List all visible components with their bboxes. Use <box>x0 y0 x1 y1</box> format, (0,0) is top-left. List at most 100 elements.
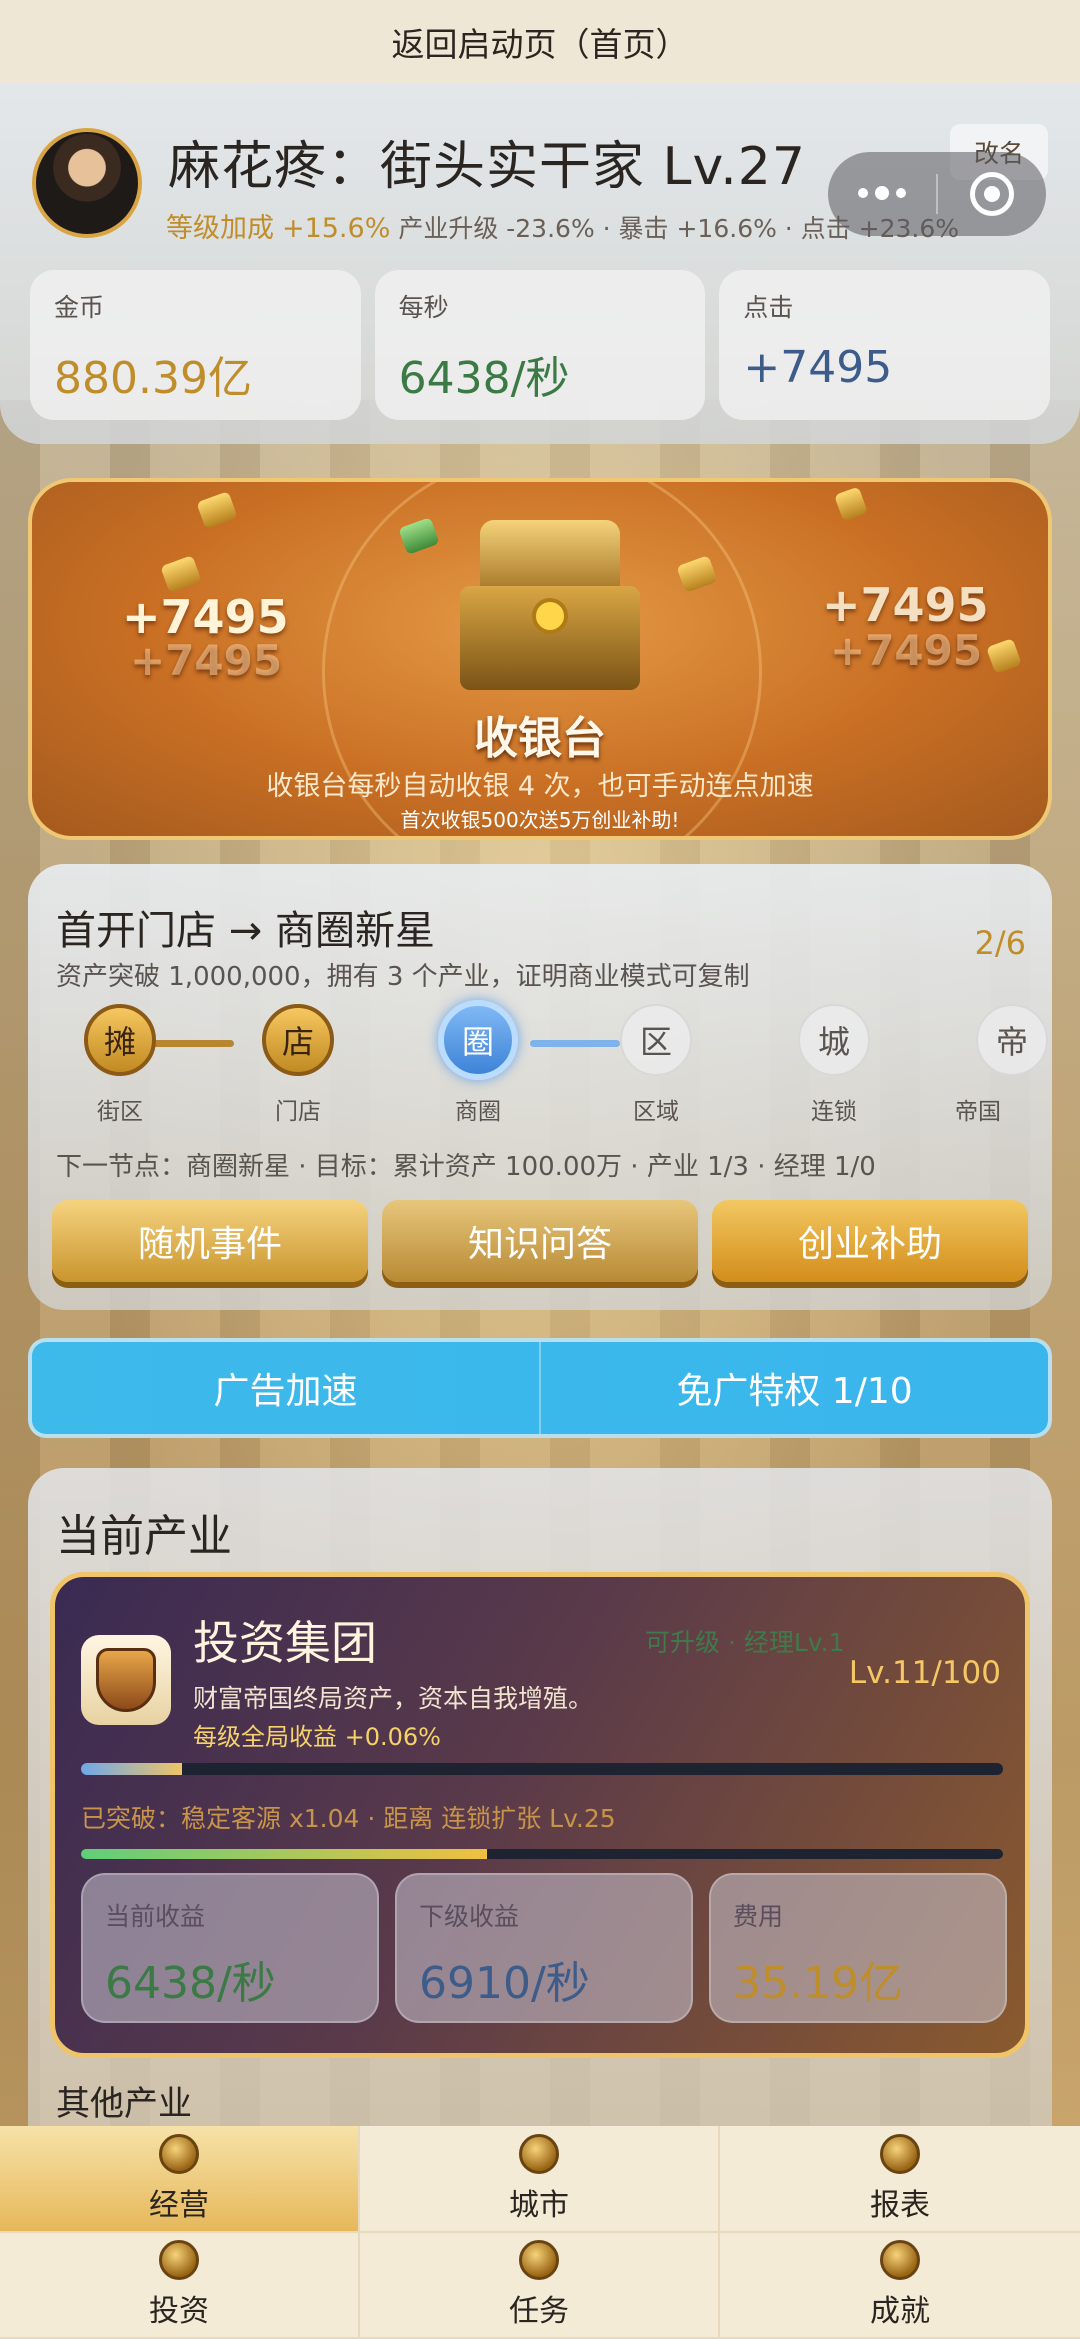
stat-coins: 金币 880.39亿 <box>30 270 361 420</box>
node-chain[interactable]: 城 <box>798 1004 870 1076</box>
mini-label: 费用 <box>733 1902 784 1931</box>
tab-city[interactable]: 城市 <box>360 2126 720 2233</box>
topbar-title: 返回启动页（首页） <box>391 25 689 64</box>
journey-panel: 首开门店 → 商圈新星 2/6 资产突破 1,000,000，拥有 3 个产业，… <box>28 864 1052 1310</box>
ad-bar: 广告加速 免广特权 1/10 <box>28 1338 1052 1438</box>
next-income-box: 下级收益 6910/秒 <box>395 1873 693 2023</box>
mini-value: 6910/秒 <box>419 1958 590 2009</box>
tasks-icon <box>519 2240 559 2280</box>
stat-value: 880.39亿 <box>54 353 252 404</box>
income-stats: 当前收益 6438/秒 下级收益 6910/秒 费用 35.19亿 <box>81 1873 1007 2023</box>
stat-value: +7495 <box>743 342 893 393</box>
stat-label: 点击 <box>743 293 794 322</box>
float-gain-right-ghost: +7495 <box>830 626 983 675</box>
mini-label: 当前收益 <box>105 1902 206 1931</box>
tab-operate[interactable]: 经营 <box>0 2126 360 2233</box>
cost-box[interactable]: 费用 35.19亿 <box>709 1873 1007 2023</box>
player-name-title: 麻花疼：街头实干家 Lv.27 <box>168 137 806 197</box>
tab-label: 经营 <box>149 2187 209 2223</box>
more-icon[interactable] <box>828 186 936 200</box>
float-gain-left-ghost: +7495 <box>130 636 283 685</box>
city-icon <box>519 2133 559 2174</box>
stat-row: 金币 880.39亿 每秒 6438/秒 点击 +7495 <box>30 270 1051 420</box>
startup-subsidy-button[interactable]: 创业补助 <box>712 1200 1028 1282</box>
journey-desc: 资产突破 1,000,000，拥有 3 个产业，证明商业模式可复制 <box>56 962 750 992</box>
stat-value: 6438/秒 <box>398 353 570 404</box>
tab-report[interactable]: 报表 <box>720 2126 1080 2233</box>
journey-nodes: 摊 街区 店 门店 圈 商圈 区 区域 城 连锁 帝 帝国 <box>58 1000 1048 1125</box>
mini-label: 下级收益 <box>419 1902 520 1931</box>
node-label: 门店 <box>275 1099 321 1125</box>
achievements-icon <box>880 2240 920 2280</box>
cash-register-icon[interactable] <box>460 520 640 690</box>
tab-label: 投资 <box>149 2294 209 2329</box>
node-label: 商圈 <box>455 1099 501 1125</box>
profile-panel: 麻花疼：街头实干家 Lv.27 改名 等级加成 +15.6% 产业升级 -23.… <box>0 84 1080 444</box>
breakthrough-progress-bar <box>81 1849 1003 1859</box>
node-region[interactable]: 区 <box>620 1004 692 1076</box>
node-store[interactable]: 店 <box>262 1004 334 1076</box>
industry-name: 投资集团 <box>193 1616 377 1670</box>
journey-title: 首开门店 → 商圈新星 <box>56 908 435 954</box>
tab-achievements[interactable]: 成就 <box>720 2233 1080 2339</box>
gold-bar-icon <box>986 638 1022 674</box>
journey-progress: 2/6 <box>974 924 1027 962</box>
register-promo: 首次收银500次送5万创业补助! <box>400 808 680 832</box>
gold-bar-icon <box>160 555 202 593</box>
node-connector <box>530 1040 620 1047</box>
node-stall[interactable]: 摊 <box>84 1004 156 1076</box>
tab-label: 城市 <box>509 2187 569 2223</box>
node-district-current[interactable]: 圈 <box>438 1000 518 1080</box>
industry-panel: 当前产业 投资集团 可升级 · 经理Lv.1 Lv.11/100 财富帝国终局资… <box>28 1468 1052 2168</box>
node-label: 连锁 <box>811 1099 857 1125</box>
node-label: 帝国 <box>955 1099 1001 1125</box>
mini-value: 35.19亿 <box>733 1958 903 2009</box>
node-label: 街区 <box>97 1099 143 1125</box>
stat-per-second: 每秒 6438/秒 <box>374 270 706 420</box>
level-progress-bar <box>81 1763 1003 1775</box>
upgrade-tag: 可升级 · 经理Lv.1 <box>645 1628 845 1657</box>
tab-label: 成就 <box>870 2294 930 2329</box>
stat-label: 每秒 <box>398 293 449 322</box>
industry-level: Lv.11/100 <box>848 1655 1001 1691</box>
operate-icon <box>159 2133 199 2174</box>
report-icon <box>880 2133 920 2174</box>
tab-label: 任务 <box>509 2294 569 2329</box>
ad-speedup-button[interactable]: 广告加速 <box>32 1342 539 1434</box>
tab-invest[interactable]: 投资 <box>0 2233 360 2339</box>
journey-buttons: 随机事件 知识问答 创业补助 <box>52 1200 1028 1282</box>
random-event-button[interactable]: 随机事件 <box>52 1200 368 1282</box>
industry-bonus: 每级全局收益 +0.06% <box>193 1723 441 1751</box>
journey-next-goal: 下一节点：商圈新星 · 目标：累计资产 100.00万 · 产业 1/3 · 经… <box>56 1152 876 1182</box>
mini-value: 6438/秒 <box>105 1958 276 2009</box>
float-gain-right: +7495 <box>822 578 989 632</box>
ad-free-privilege-button[interactable]: 免广特权 1/10 <box>541 1342 1048 1434</box>
gold-coin-icon <box>833 486 869 522</box>
back-to-home-bar[interactable]: 返回启动页（首页） <box>0 0 1080 84</box>
investment-group-icon <box>81 1635 171 1725</box>
stat-click: 点击 +7495 <box>719 270 1051 420</box>
current-industry-heading: 当前产业 <box>56 1511 232 1562</box>
gold-bar-icon <box>196 491 238 529</box>
node-label: 区域 <box>633 1099 679 1125</box>
node-empire[interactable]: 帝 <box>976 1004 1048 1076</box>
miniprogram-capsule <box>828 152 1046 236</box>
stat-label: 金币 <box>54 293 105 322</box>
current-income-box: 当前收益 6438/秒 <box>81 1873 379 2023</box>
industry-desc: 财富帝国终局资产，资本自我增殖。 <box>193 1684 594 1713</box>
breakthrough-text: 已突破：稳定客源 x1.04 · 距离 连锁扩张 Lv.25 <box>81 1804 616 1833</box>
avatar[interactable] <box>32 128 142 238</box>
other-industries-heading: 其他产业 <box>56 2084 192 2124</box>
industry-card[interactable]: 投资集团 可升级 · 经理Lv.1 Lv.11/100 财富帝国终局资产，资本自… <box>50 1572 1030 2058</box>
tab-label: 报表 <box>870 2187 930 2223</box>
level-bonus-value: +15.6% <box>281 213 391 244</box>
quiz-button[interactable]: 知识问答 <box>382 1200 698 1282</box>
invest-icon <box>159 2240 199 2280</box>
level-bonus-label: 等级加成 <box>166 213 274 244</box>
bottom-tab-bar: 经营 城市 报表 投资 任务 成就 <box>0 2126 1080 2339</box>
cash-register-panel[interactable]: +7495 +7495 +7495 +7495 收银台 收银台每秒自动收银 4 … <box>28 478 1052 840</box>
register-title: 收银台 <box>474 713 606 764</box>
close-target-icon[interactable] <box>938 172 1046 216</box>
register-desc: 收银台每秒自动收银 4 次，也可手动连点加速 <box>266 771 814 802</box>
tab-tasks[interactable]: 任务 <box>360 2233 720 2339</box>
